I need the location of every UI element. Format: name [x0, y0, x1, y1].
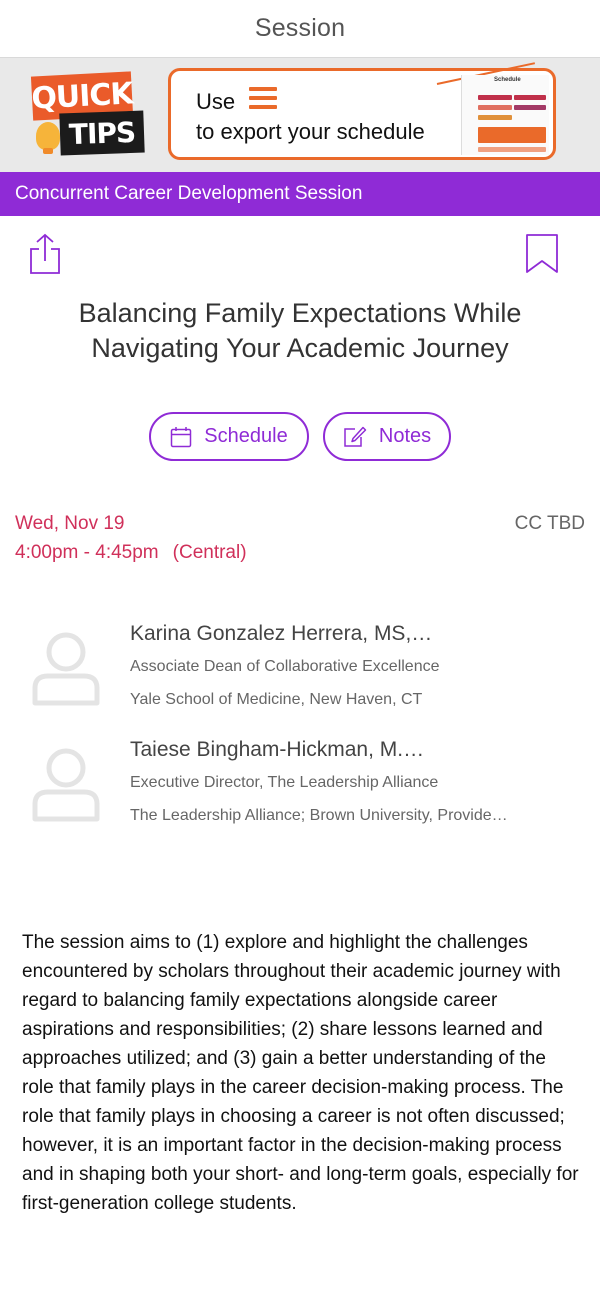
session-category: Concurrent Career Development Session — [15, 183, 363, 204]
tips-label-box: TIPS — [59, 110, 145, 156]
mini-bar — [478, 127, 546, 143]
top-bar: Session — [0, 0, 600, 58]
session-title: Balancing Family Expectations While Navi… — [78, 298, 522, 363]
share-icon[interactable] — [28, 233, 62, 275]
tips-label: TIPS — [68, 115, 136, 151]
mini-bar — [514, 95, 546, 100]
session-category-bar: Concurrent Career Development Session — [0, 172, 600, 216]
notes-button-label: Notes — [378, 425, 432, 447]
bookmark-icon[interactable] — [524, 233, 560, 275]
speaker-item[interactable]: Taiese Bingham-Hickman, M.… Executive Di… — [0, 736, 600, 846]
speaker-organization: Yale School of Medicine, New Haven, CT — [130, 691, 423, 708]
mini-bar — [514, 105, 546, 110]
mini-bar — [478, 105, 512, 110]
session-location: CC TBD — [514, 513, 585, 534]
mini-bar — [478, 115, 512, 120]
speaker-name: Taiese Bingham-Hickman, M.… — [130, 738, 425, 761]
page-title: Session — [254, 14, 346, 42]
speaker-item[interactable]: Karina Gonzalez Herrera, MS,… Associate … — [0, 620, 600, 730]
calendar-icon — [171, 426, 192, 447]
session-timezone: (Central) — [172, 542, 247, 563]
session-date: Wed, Nov 19 — [15, 513, 125, 534]
speaker-role: Executive Director, The Leadership Allia… — [130, 774, 439, 791]
tip-use-text: Use — [196, 89, 236, 114]
edit-note-icon — [344, 426, 367, 447]
mini-bar — [478, 95, 512, 100]
tip-card: Use to export your schedule Schedule — [168, 62, 556, 160]
menu-icon — [249, 87, 277, 109]
session-description: The session aims to (1) explore and high… — [22, 932, 579, 1214]
lightbulb-icon — [36, 122, 60, 154]
schedule-button[interactable]: Schedule — [149, 412, 309, 461]
mini-schedule-graphic: Schedule — [461, 75, 549, 155]
quick-tips-logo: QUICK TIPS — [18, 66, 163, 166]
session-time: 4:00pm - 4:45pm — [15, 542, 159, 563]
schedule-button-label: Schedule — [204, 425, 288, 447]
notes-button[interactable]: Notes — [323, 412, 451, 461]
tip-export-text: to export your schedule — [196, 119, 425, 144]
mini-bar — [478, 147, 546, 152]
quick-tips-banner[interactable]: QUICK TIPS Use to export your schedule S… — [0, 58, 600, 172]
user-avatar-icon — [32, 748, 100, 822]
session-time-row: 4:00pm - 4:45pm (Central) — [15, 542, 247, 564]
quick-label: QUICK — [30, 75, 134, 117]
mini-schedule-title: Schedule — [494, 77, 521, 83]
speaker-role: Associate Dean of Collaborative Excellen… — [130, 658, 440, 675]
speaker-organization: The Leadership Alliance; Brown Universit… — [130, 807, 508, 824]
speaker-name: Karina Gonzalez Herrera, MS,… — [130, 622, 433, 645]
user-avatar-icon — [32, 632, 100, 706]
